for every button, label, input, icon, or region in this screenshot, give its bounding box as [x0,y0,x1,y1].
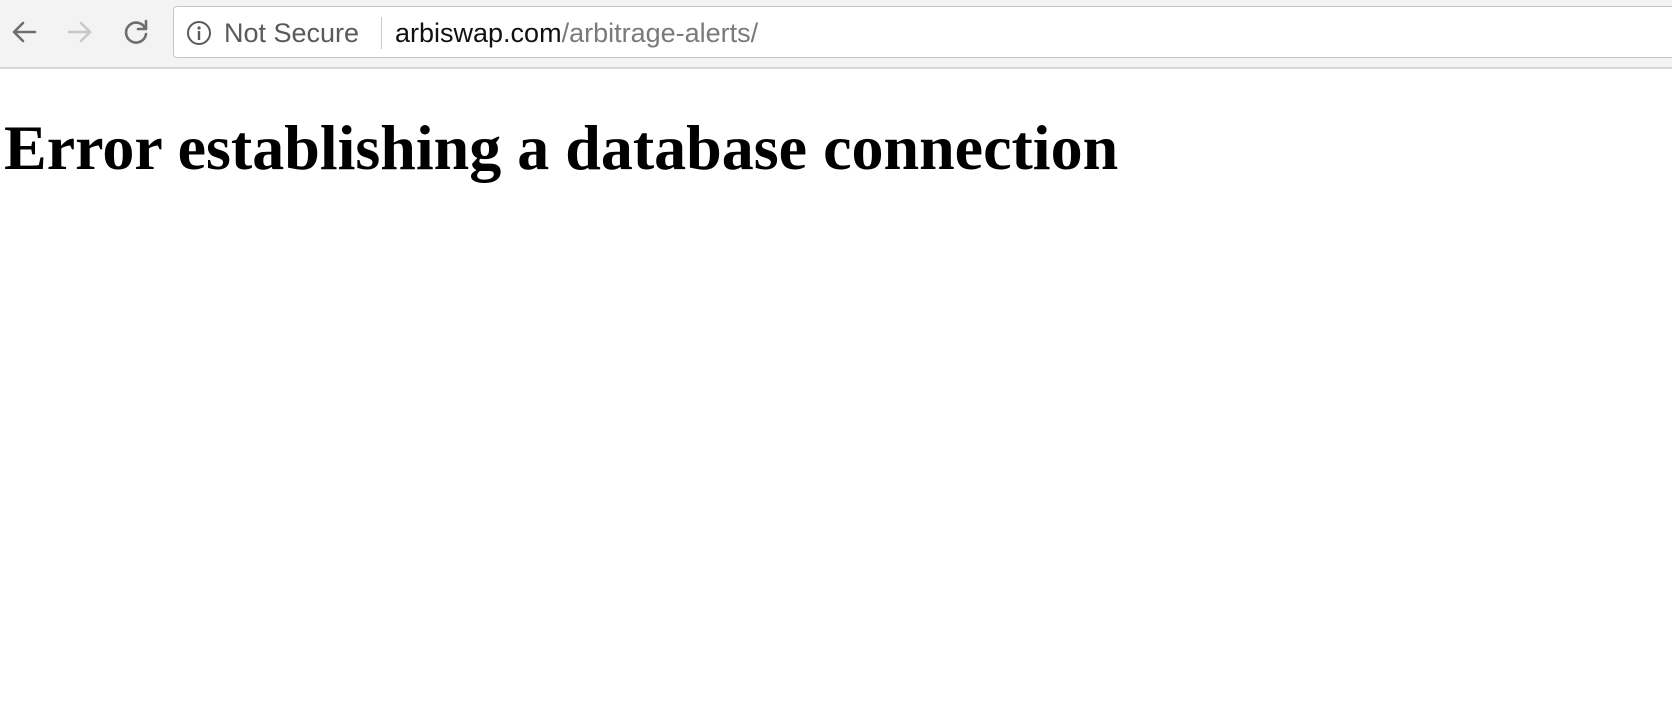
omnibox-divider [381,17,382,49]
url-path: /arbitrage-alerts/ [561,18,759,48]
url-host: arbiswap.com [395,18,562,48]
browser-toolbar: Not Secure arbiswap.com/arbitrage-alerts… [0,0,1672,69]
url-text[interactable]: arbiswap.com/arbitrage-alerts/ [395,19,758,47]
info-circle-icon[interactable] [186,20,212,46]
reload-icon [124,19,148,44]
arrow-left-icon [12,21,37,43]
security-status-label[interactable]: Not Secure [224,19,359,47]
reload-button[interactable] [116,12,156,52]
back-button[interactable] [4,12,44,52]
page-title: Error establishing a database connection [4,112,1119,183]
arrow-right-icon [67,21,92,43]
forward-button[interactable] [60,12,100,52]
address-bar[interactable]: Not Secure arbiswap.com/arbitrage-alerts… [173,6,1672,58]
